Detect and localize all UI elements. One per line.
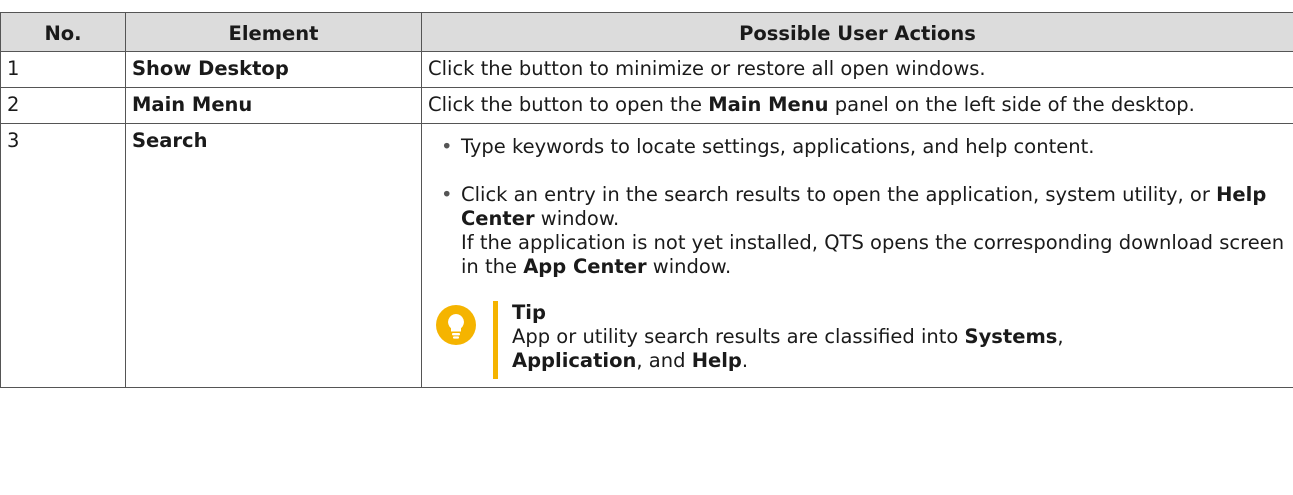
tip-text-mid1: , [1057,325,1064,348]
action-text: Click the button to minimize or restore … [421,51,1293,88]
list-item: Type keywords to locate settings, applic… [428,135,1287,159]
element-name: Show Desktop [125,51,422,88]
lightbulb-icon [436,305,476,345]
tip-accent-bar [493,301,498,379]
action-text-bold: Main Menu [708,93,829,116]
table-header-row: No. Element Possible User Actions [0,12,1293,52]
action-text: Click the button to open the Main Menu p… [421,87,1293,124]
table-row: 1 Show Desktop Click the button to minim… [0,51,1293,88]
tip-callout: Tip App or utility search results are cl… [436,301,1287,381]
row-number: 1 [0,51,126,88]
element-name: Search [125,123,422,388]
user-actions-table: No. Element Possible User Actions 1 Show… [0,12,1293,388]
header-no: No. [0,12,126,52]
row-number: 2 [0,87,126,124]
tip-title: Tip [512,301,546,324]
action-bullet-list: Type keywords to locate settings, applic… [428,135,1287,279]
tip-text-mid2: , and [636,349,692,372]
tip-bold-application: Application [512,349,637,372]
header-element: Element [125,12,422,52]
bullet-note-bold: App Center [523,255,647,278]
tip-body: Tip App or utility search results are cl… [512,301,1287,373]
bullet-text-post: window. [534,207,620,230]
header-actions: Possible User Actions [421,12,1293,52]
tip-text-pre: App or utility search results are classi… [512,325,965,348]
bullet-note-post: window. [646,255,732,278]
tip-text-post: . [741,349,749,372]
bullet-text: Type keywords to locate settings, applic… [461,135,1095,158]
tip-bold-help: Help [691,349,742,372]
action-text-post: panel on the left side of the desktop. [828,93,1195,116]
table-row: 3 Search Type keywords to locate setting… [0,123,1293,388]
bullet-text-pre: Click an entry in the search results to … [461,183,1217,206]
row-number: 3 [0,123,126,388]
list-item: Click an entry in the search results to … [428,183,1287,279]
action-cell: Type keywords to locate settings, applic… [421,123,1293,388]
action-text-pre: Click the button to open the [428,93,709,116]
element-name: Main Menu [125,87,422,124]
table-row: 2 Main Menu Click the button to open the… [0,87,1293,124]
tip-bold-systems: Systems [964,325,1058,348]
